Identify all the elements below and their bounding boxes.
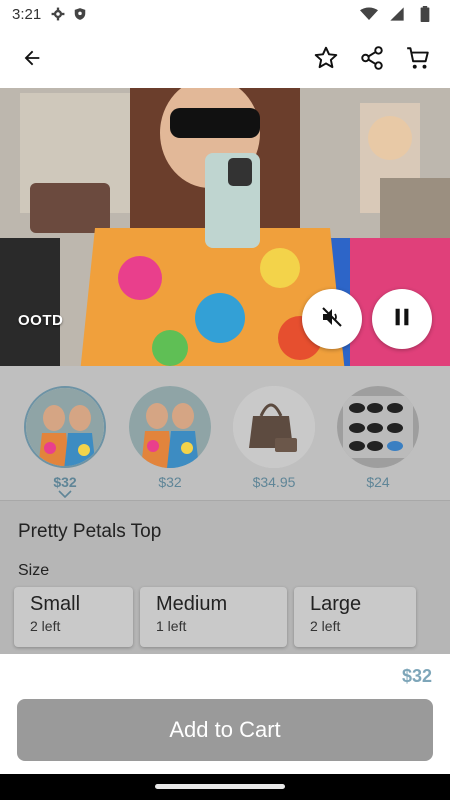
size-option-large[interactable]: Large 2 left (294, 587, 416, 647)
add-to-cart-button[interactable]: Add to Cart (17, 699, 433, 761)
product-thumb-1[interactable]: $32 (23, 386, 107, 498)
cell-signal-icon (388, 5, 406, 23)
status-bar: 3:21 (0, 0, 450, 28)
system-nav-bar (0, 774, 450, 800)
product-price: $24 (366, 474, 390, 490)
checkout-bar: $32 Add to Cart (0, 654, 450, 774)
size-stock: 2 left (310, 618, 341, 634)
product-sheet: $32 $32 $34.95 $24 Pretty Petals Top Siz… (0, 366, 450, 654)
back-arrow-icon[interactable] (14, 40, 50, 76)
product-thumb-2[interactable]: $32 (128, 386, 212, 490)
home-gesture-handle[interactable] (155, 784, 285, 789)
size-name: Small (30, 593, 81, 615)
size-option-small[interactable]: Small 2 left (14, 587, 133, 647)
size-name: Medium (156, 593, 228, 615)
size-stock: 1 left (156, 618, 187, 634)
settings-gear-icon (49, 5, 67, 23)
product-title: Pretty Petals Top (18, 521, 162, 542)
volume-off-icon (320, 305, 344, 334)
video-tag: OOTD (18, 312, 64, 329)
status-time: 3:21 (12, 5, 42, 23)
product-carousel[interactable]: $32 $32 $34.95 $24 (0, 366, 450, 501)
wifi-icon (360, 5, 378, 23)
product-price: $32 (53, 474, 77, 490)
pause-icon (391, 306, 413, 333)
product-thumb-4[interactable]: $24 (336, 386, 420, 490)
shield-icon (71, 5, 89, 23)
product-thumb-3[interactable]: $34.95 (232, 386, 316, 490)
size-option-medium[interactable]: Medium 1 left (140, 587, 287, 647)
app-bar (0, 28, 450, 88)
size-name: Large (310, 593, 362, 615)
pause-button[interactable] (372, 289, 432, 349)
cart-icon[interactable] (400, 40, 436, 76)
product-image (129, 386, 211, 468)
product-image (337, 386, 419, 468)
mute-button[interactable] (302, 289, 362, 349)
favorite-star-icon[interactable] (308, 40, 344, 76)
size-label: Size (18, 562, 50, 579)
product-image (233, 386, 315, 468)
product-image (24, 386, 106, 468)
chevron-down-icon (58, 490, 72, 498)
share-icon[interactable] (354, 40, 390, 76)
product-price: $34.95 (252, 474, 296, 490)
product-price: $32 (158, 474, 182, 490)
price-total: $32 (401, 666, 432, 686)
size-stock: 2 left (30, 618, 61, 634)
battery-icon (416, 5, 434, 23)
